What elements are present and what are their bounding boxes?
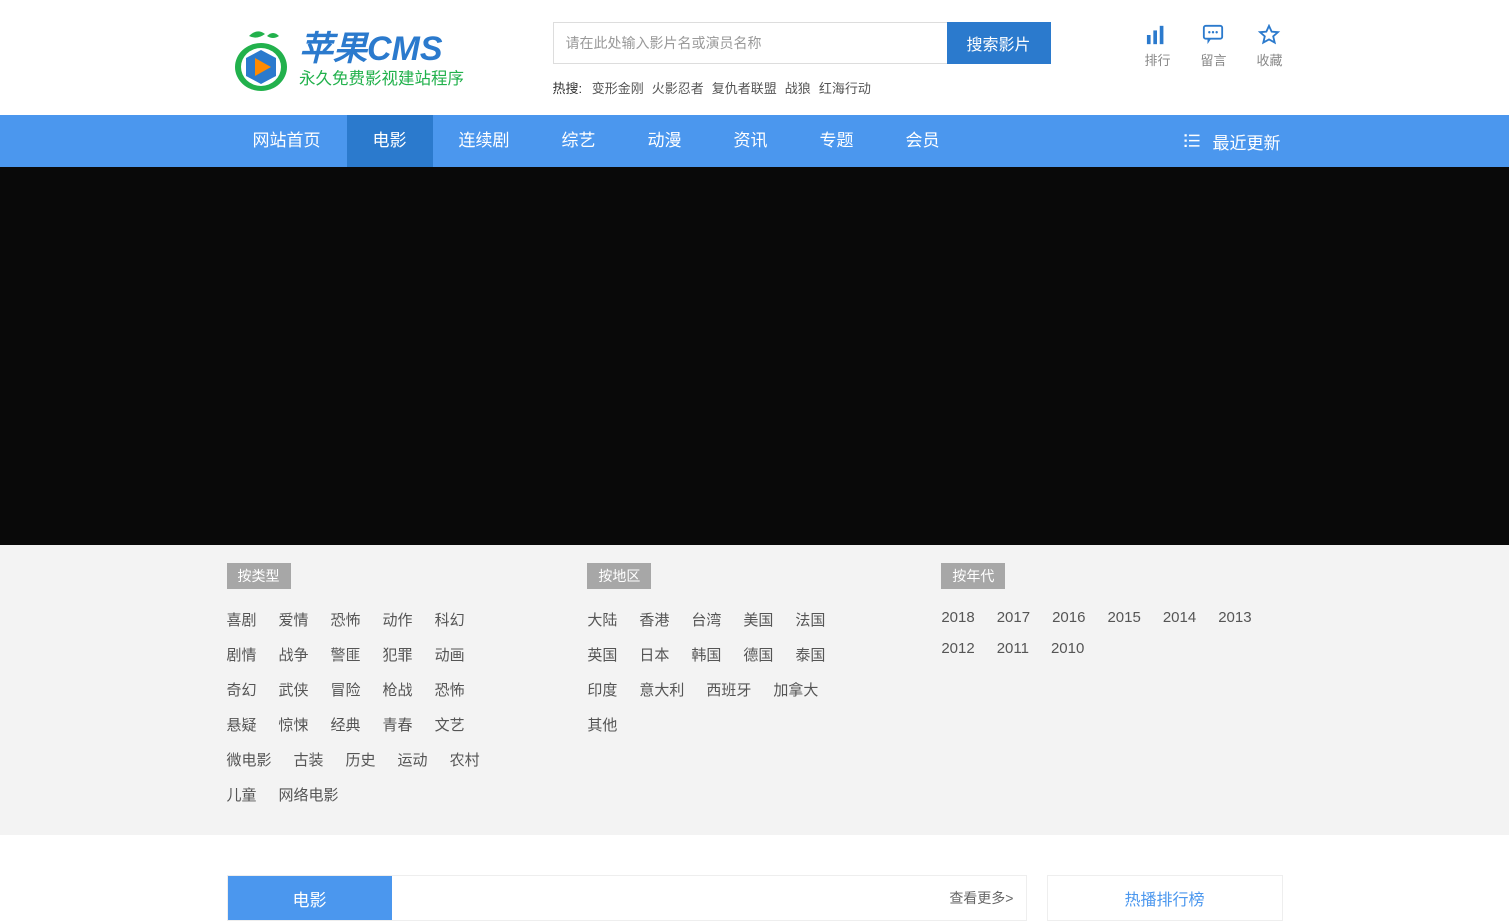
nav-item-3[interactable]: 综艺 xyxy=(536,115,622,167)
filter-region-item[interactable]: 西班牙 xyxy=(706,679,751,700)
nav-item-0[interactable]: 网站首页 xyxy=(227,115,347,167)
logo-text2: 永久免费影视建站程序 xyxy=(299,69,464,88)
filter-type-item[interactable]: 动作 xyxy=(383,609,413,630)
filter-region-item[interactable]: 加拿大 xyxy=(773,679,818,700)
filter-type-item[interactable]: 历史 xyxy=(346,749,376,770)
filter-type-item[interactable]: 警匪 xyxy=(331,644,361,665)
logo[interactable]: 苹果CMS 永久免费影视建站程序 xyxy=(227,22,485,99)
filter-year-label: 按年代 xyxy=(941,563,1005,589)
filter-type-item[interactable]: 儿童 xyxy=(227,784,257,805)
filter-type-item[interactable]: 悬疑 xyxy=(227,714,257,735)
list-icon xyxy=(1181,132,1203,150)
rank-link[interactable]: 排行 xyxy=(1144,24,1170,69)
rank-panel-header[interactable]: 热播排行榜 xyxy=(1047,875,1283,921)
nav-item-4[interactable]: 动漫 xyxy=(622,115,708,167)
section-header: 电影 查看更多> xyxy=(227,875,1027,921)
rank-label: 排行 xyxy=(1144,50,1170,69)
filter-region-item[interactable]: 英国 xyxy=(587,644,617,665)
filter-type-label: 按类型 xyxy=(227,563,291,589)
msg-link[interactable]: 留言 xyxy=(1200,24,1226,69)
video-stage xyxy=(0,167,1509,545)
filter-type-item[interactable]: 战争 xyxy=(279,644,309,665)
filter-year-item[interactable]: 2013 xyxy=(1218,609,1251,626)
recent-label: 最近更新 xyxy=(1213,129,1281,154)
filter-type-item[interactable]: 文艺 xyxy=(435,714,465,735)
filter-type-item[interactable]: 青春 xyxy=(383,714,413,735)
filter-type-item[interactable]: 动画 xyxy=(435,644,465,665)
hot-search-row: 热搜: 变形金刚火影忍者复仇者联盟战狼红海行动 xyxy=(553,78,1051,97)
chat-icon xyxy=(1201,24,1225,46)
filter-region-item[interactable]: 意大利 xyxy=(639,679,684,700)
filter-type-item[interactable]: 恐怖 xyxy=(331,609,361,630)
filter-type-item[interactable]: 冒险 xyxy=(331,679,361,700)
filter-type-item[interactable]: 奇幻 xyxy=(227,679,257,700)
logo-text1: 苹果CMS xyxy=(299,30,443,68)
filter-type-item[interactable]: 喜剧 xyxy=(227,609,257,630)
nav-item-2[interactable]: 连续剧 xyxy=(433,115,536,167)
filter-type-item[interactable]: 运动 xyxy=(398,749,428,770)
filter-type-item[interactable]: 经典 xyxy=(331,714,361,735)
filter-year-item[interactable]: 2017 xyxy=(997,609,1030,626)
filter-type-item[interactable]: 枪战 xyxy=(383,679,413,700)
star-icon xyxy=(1257,24,1281,46)
nav-item-1[interactable]: 电影 xyxy=(347,115,433,167)
search-input[interactable] xyxy=(553,22,947,64)
filter-region-item[interactable]: 泰国 xyxy=(795,644,825,665)
filter-region-item[interactable]: 法国 xyxy=(795,609,825,630)
filter-type-item[interactable]: 农村 xyxy=(450,749,480,770)
hot-search-item[interactable]: 战狼 xyxy=(785,81,811,96)
filter-year-item[interactable]: 2010 xyxy=(1051,640,1084,657)
filter-region-item[interactable]: 印度 xyxy=(587,679,617,700)
filter-region-label: 按地区 xyxy=(587,563,651,589)
nav-item-7[interactable]: 会员 xyxy=(880,115,966,167)
filter-type-item[interactable]: 爱情 xyxy=(279,609,309,630)
nav-item-6[interactable]: 专题 xyxy=(794,115,880,167)
hot-search-item[interactable]: 复仇者联盟 xyxy=(712,81,777,96)
hot-search-item[interactable]: 变形金刚 xyxy=(592,81,644,96)
filter-year-item[interactable]: 2012 xyxy=(941,640,974,657)
filter-year-item[interactable]: 2016 xyxy=(1052,609,1085,626)
filter-type-item[interactable]: 网络电影 xyxy=(279,784,339,805)
filter-region-item[interactable]: 其他 xyxy=(587,714,617,735)
section-tab-movie[interactable]: 电影 xyxy=(228,876,392,920)
filter-region-item[interactable]: 大陆 xyxy=(587,609,617,630)
fav-link[interactable]: 收藏 xyxy=(1256,24,1282,69)
filter-type-item[interactable]: 犯罪 xyxy=(383,644,413,665)
filter-type-item[interactable]: 惊悚 xyxy=(279,714,309,735)
bars-icon xyxy=(1145,24,1169,46)
msg-label: 留言 xyxy=(1200,50,1226,69)
hot-label: 热搜: xyxy=(553,81,583,96)
filter-year-item[interactable]: 2018 xyxy=(941,609,974,626)
hot-search-item[interactable]: 红海行动 xyxy=(819,81,871,96)
filter-year-item[interactable]: 2011 xyxy=(997,640,1029,657)
hot-search-item[interactable]: 火影忍者 xyxy=(652,81,704,96)
filter-type-item[interactable]: 剧情 xyxy=(227,644,257,665)
filter-type-item[interactable]: 古装 xyxy=(294,749,324,770)
recent-updates-link[interactable]: 最近更新 xyxy=(1181,115,1283,167)
filter-region-item[interactable]: 香港 xyxy=(639,609,669,630)
fav-label: 收藏 xyxy=(1256,50,1282,69)
filter-type-item[interactable]: 微电影 xyxy=(227,749,272,770)
filter-type-item[interactable]: 科幻 xyxy=(435,609,465,630)
filter-type-item[interactable]: 恐怖 xyxy=(435,679,465,700)
filter-region-item[interactable]: 美国 xyxy=(743,609,773,630)
see-more-link[interactable]: 查看更多> xyxy=(949,876,1025,920)
search-button[interactable]: 搜索影片 xyxy=(947,22,1051,64)
filter-region-item[interactable]: 德国 xyxy=(743,644,773,665)
filter-year-item[interactable]: 2015 xyxy=(1107,609,1140,626)
filter-region-item[interactable]: 韩国 xyxy=(691,644,721,665)
filter-region-item[interactable]: 台湾 xyxy=(691,609,721,630)
filter-type-item[interactable]: 武侠 xyxy=(279,679,309,700)
filter-year-item[interactable]: 2014 xyxy=(1163,609,1196,626)
filter-region-item[interactable]: 日本 xyxy=(639,644,669,665)
nav-item-5[interactable]: 资讯 xyxy=(708,115,794,167)
